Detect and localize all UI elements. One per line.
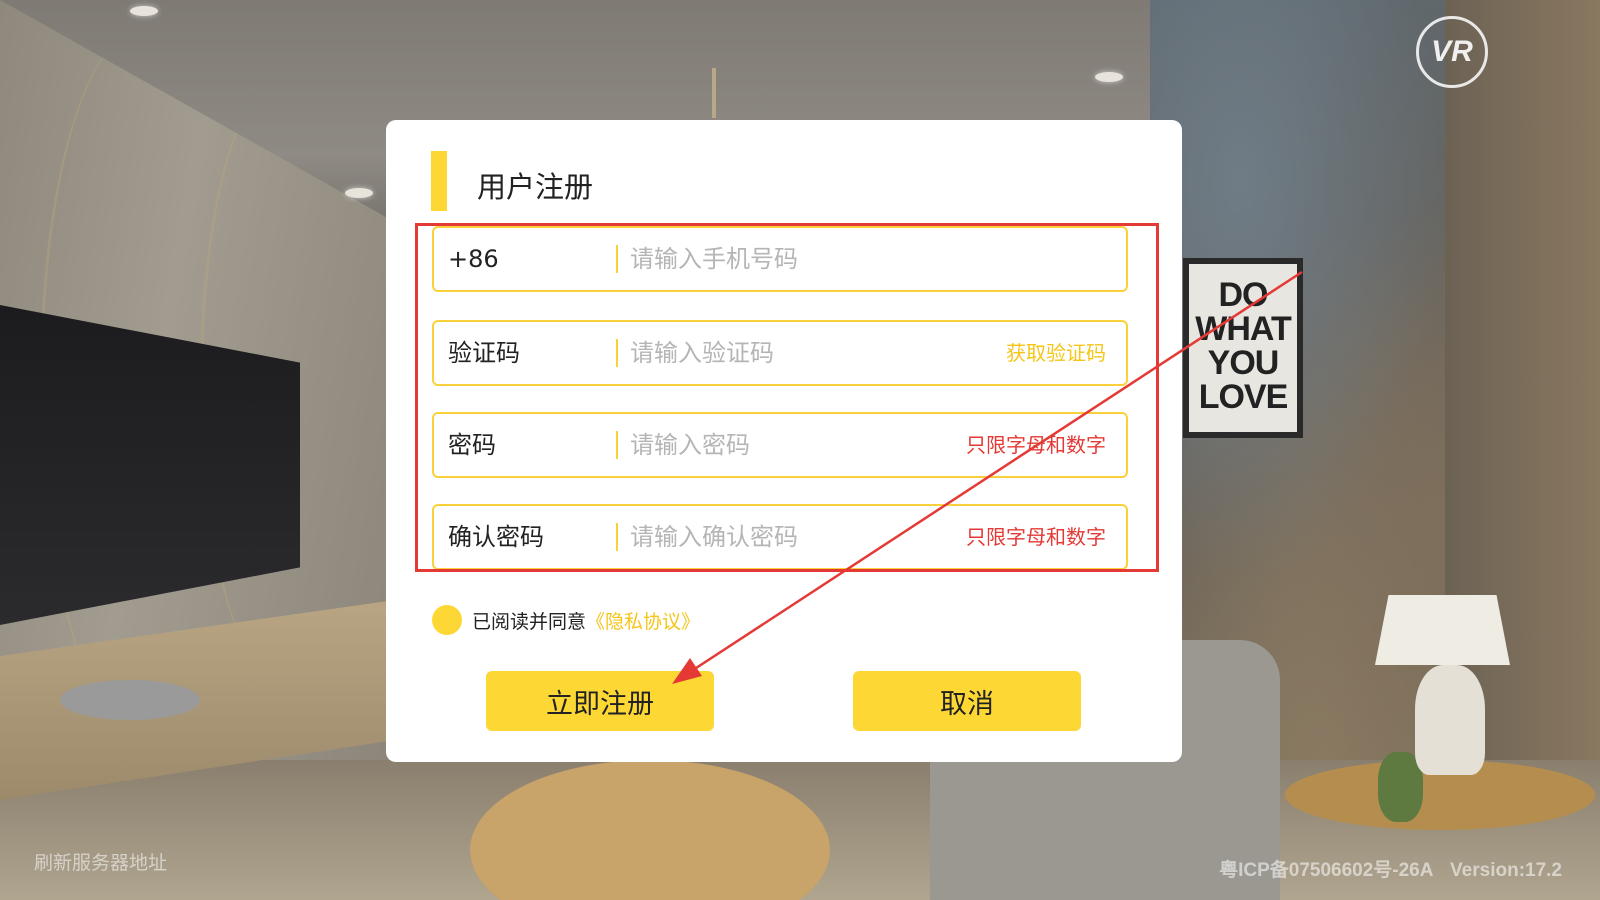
country-code-label: +86 (448, 245, 499, 273)
decorative-bowl (60, 680, 200, 720)
field-divider (616, 339, 618, 367)
dialog-title: 用户注册 (477, 170, 594, 204)
phone-input[interactable] (630, 238, 970, 280)
icp-text: 粤ICP备07506602号-26A (1219, 860, 1433, 881)
footer-info: 粤ICP备07506602号-26A Version:17.2 (1219, 855, 1562, 882)
agree-checkbox-icon[interactable] (432, 605, 462, 635)
register-button[interactable]: 立即注册 (486, 671, 714, 731)
password-field: 密码 只限字母和数字 (432, 412, 1128, 478)
ceiling-light (1095, 72, 1123, 82)
lamp-base (1415, 665, 1485, 775)
password-hint: 只限字母和数字 (966, 433, 1106, 457)
confirm-password-field: 确认密码 只限字母和数字 (432, 504, 1128, 570)
ceiling-light (345, 188, 373, 198)
verification-field: 验证码 获取验证码 (432, 320, 1128, 386)
password-input[interactable] (630, 424, 970, 466)
phone-field: +86 (432, 226, 1128, 292)
field-divider (616, 245, 618, 273)
field-divider (616, 523, 618, 551)
confirm-password-hint: 只限字母和数字 (966, 525, 1106, 549)
ceiling-light (130, 6, 158, 16)
verification-label: 验证码 (448, 339, 520, 367)
confirm-password-label: 确认密码 (448, 523, 544, 551)
privacy-policy-link[interactable]: 《隐私协议》 (586, 607, 700, 634)
cancel-button[interactable]: 取消 (853, 671, 1081, 731)
field-divider (616, 431, 618, 459)
confirm-password-input[interactable] (630, 516, 970, 558)
lamp-shade (1375, 595, 1510, 665)
register-dialog: 用户注册 +86 验证码 获取验证码 密码 只限字母和数字 确认密码 只限字母和… (386, 120, 1182, 762)
version-text: Version:17.2 (1450, 860, 1562, 881)
agreement-text: 已阅读并同意 (472, 610, 587, 633)
agreement-row: 已阅读并同意 《隐私协议》 (432, 604, 700, 636)
title-accent-bar (431, 151, 447, 211)
get-code-button[interactable]: 获取验证码 (1006, 322, 1106, 384)
password-label: 密码 (448, 431, 496, 459)
vr-icon[interactable]: VR (1416, 16, 1488, 88)
pendant-rod (712, 68, 716, 118)
wall-poster: DO WHAT YOU LOVE (1183, 258, 1303, 438)
verification-input[interactable] (630, 332, 970, 374)
refresh-server-link[interactable]: 刷新服务器地址 (34, 848, 167, 875)
